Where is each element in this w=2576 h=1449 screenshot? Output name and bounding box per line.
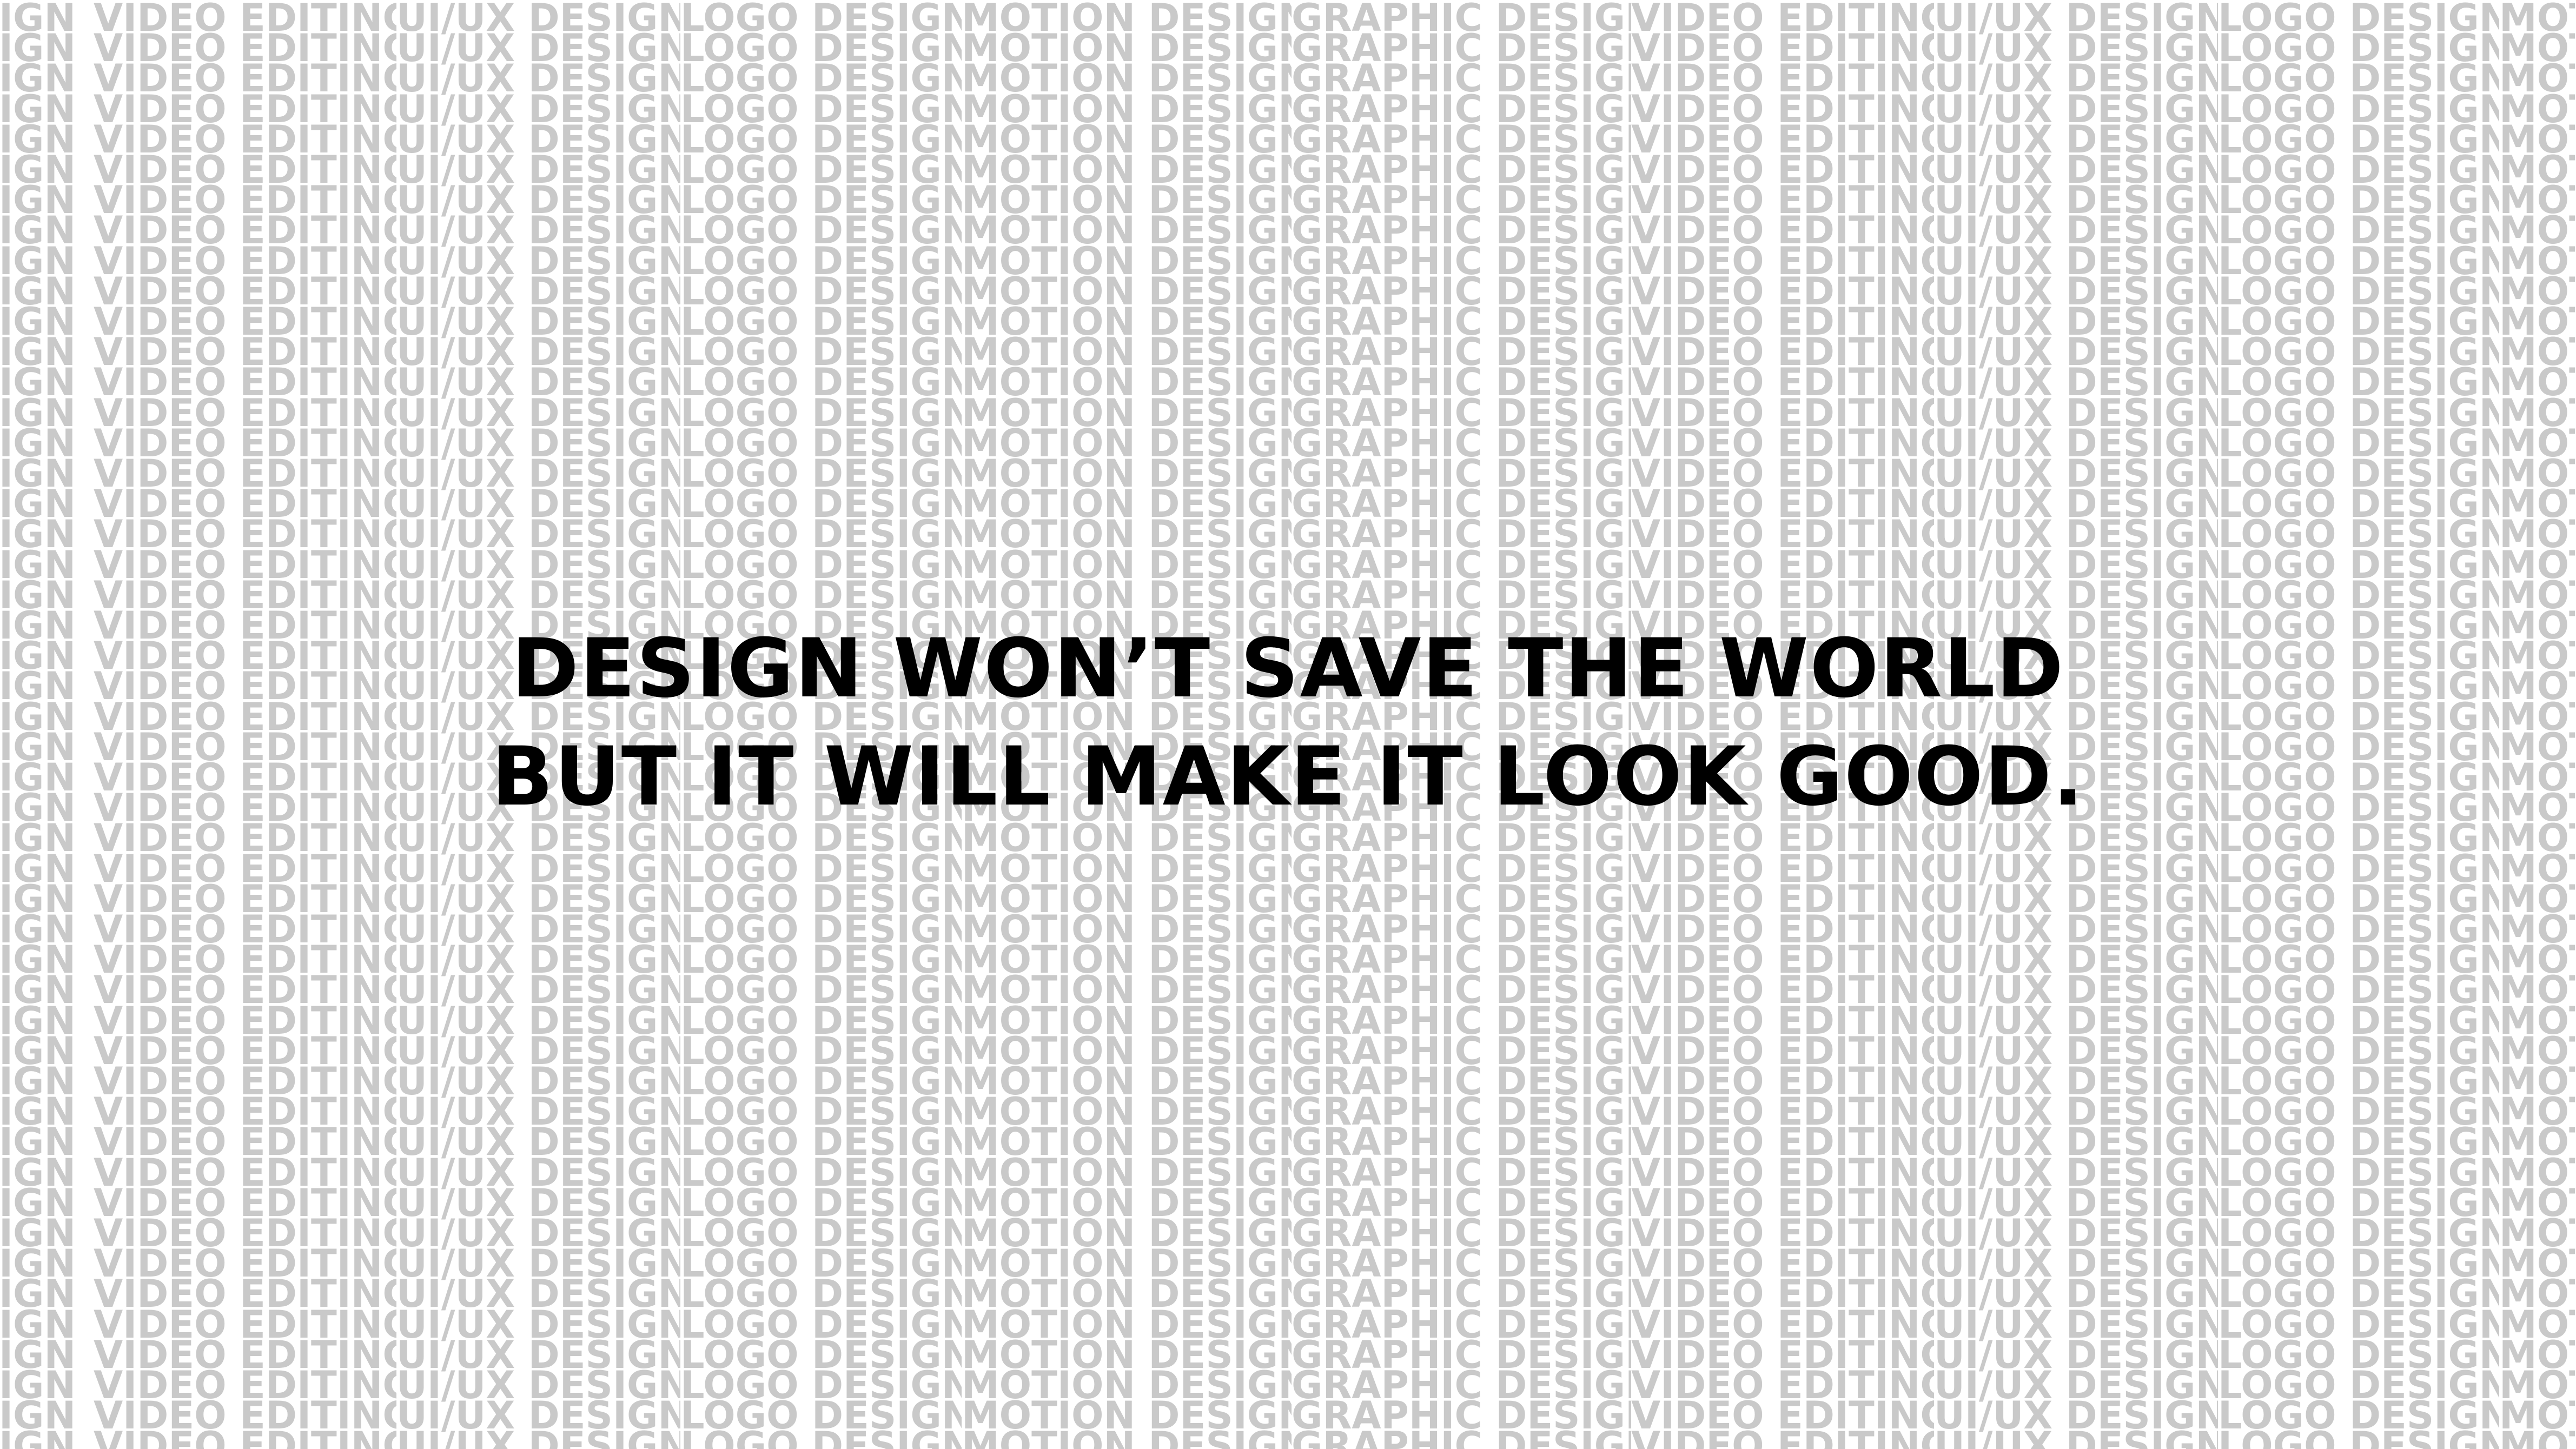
- pattern-segment: LOGO DESIGN •: [680, 1427, 962, 1449]
- pattern-segment: LOGO DESIGN •: [2218, 1427, 2499, 1449]
- pattern-segment: IGN •: [0, 1427, 94, 1449]
- pattern-segment: MOT: [2499, 1427, 2575, 1449]
- pattern-segment: GRAPHIC DESIGN •: [1292, 1427, 1631, 1449]
- headline-line-2: BUT IT WILL MAKE IT LOOK GOOD.: [491, 730, 2085, 824]
- pattern-segment: VIDEO EDITING •: [94, 1427, 396, 1449]
- pattern-segment: UI/UX DESIGN •: [396, 1427, 680, 1449]
- pattern-segment: MOTION DESIGN •: [962, 1427, 1292, 1449]
- pattern-segment: UI/UX DESIGN •: [1934, 1427, 2218, 1449]
- headline-line-1: DESIGN WON’T SAVE THE WORLD: [511, 622, 2065, 716]
- pattern-segment: VIDEO EDITING •: [1631, 1427, 1934, 1449]
- poster-canvas: IGN •VIDEO EDITING •UI/UX DESIGN •LOGO D…: [0, 0, 2576, 1449]
- pattern-row: IGN •VIDEO EDITING •UI/UX DESIGN •LOGO D…: [0, 1427, 2575, 1449]
- background-text-pattern: IGN •VIDEO EDITING •UI/UX DESIGN •LOGO D…: [0, 0, 2576, 1449]
